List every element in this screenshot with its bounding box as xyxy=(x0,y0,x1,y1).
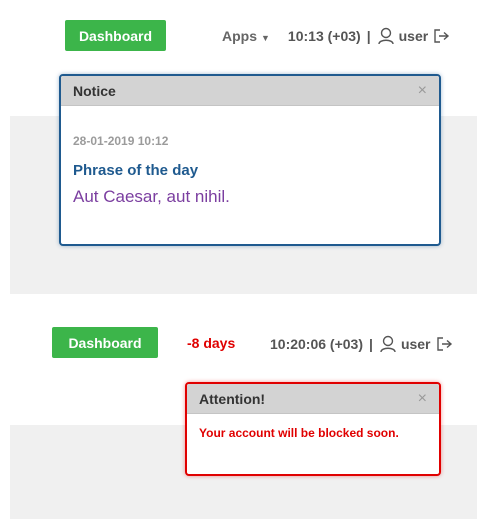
page: Dashboard Apps ▼ 10:13 (+03) | user Notic… xyxy=(0,0,477,519)
attention-dialog-header: Attention! × xyxy=(187,384,439,414)
attention-dialog-title: Attention! xyxy=(199,390,266,407)
user-icon[interactable] xyxy=(379,335,397,353)
close-icon[interactable]: × xyxy=(418,82,427,99)
notice-date: 28-01-2019 10:12 xyxy=(73,134,169,148)
notice-dialog-title: Notice xyxy=(73,82,116,99)
phrase-heading: Phrase of the day xyxy=(73,162,199,179)
topbar: 10:20:06 (+03) | user xyxy=(270,335,453,353)
apps-label: Apps xyxy=(222,28,257,44)
attention-dialog-body: Your account will be blocked soon. xyxy=(187,414,439,452)
logout-icon[interactable] xyxy=(436,337,453,351)
notice-dialog: Notice × 28-01-2019 10:12 Phrase of the … xyxy=(59,74,441,246)
close-icon[interactable]: × xyxy=(418,390,427,407)
attention-message: Your account will be blocked soon. xyxy=(199,426,399,440)
user-label[interactable]: user xyxy=(401,336,431,352)
apps-menu[interactable]: Apps ▼ xyxy=(222,28,270,44)
logout-icon[interactable] xyxy=(434,29,450,43)
separator: | xyxy=(366,28,371,44)
dashboard-button[interactable]: Dashboard xyxy=(65,20,166,51)
phrase-text: Aut Caesar, aut nihil. xyxy=(73,187,230,206)
caret-down-icon: ▼ xyxy=(261,33,270,43)
dashboard-button[interactable]: Dashboard xyxy=(52,327,158,358)
topbar: Apps ▼ 10:13 (+03) | user xyxy=(222,27,450,45)
attention-dialog: Attention! × Your account will be blocke… xyxy=(185,382,441,476)
notice-dialog-body: 28-01-2019 10:12 Phrase of the day Aut C… xyxy=(61,106,439,219)
separator: | xyxy=(369,336,373,352)
notice-dialog-header: Notice × xyxy=(61,76,439,106)
user-icon[interactable] xyxy=(377,27,395,45)
clock: 10:13 (+03) xyxy=(287,28,361,44)
clock: 10:20:06 (+03) xyxy=(270,336,364,352)
user-label[interactable]: user xyxy=(399,28,429,44)
days-remaining: -8 days xyxy=(187,335,236,351)
